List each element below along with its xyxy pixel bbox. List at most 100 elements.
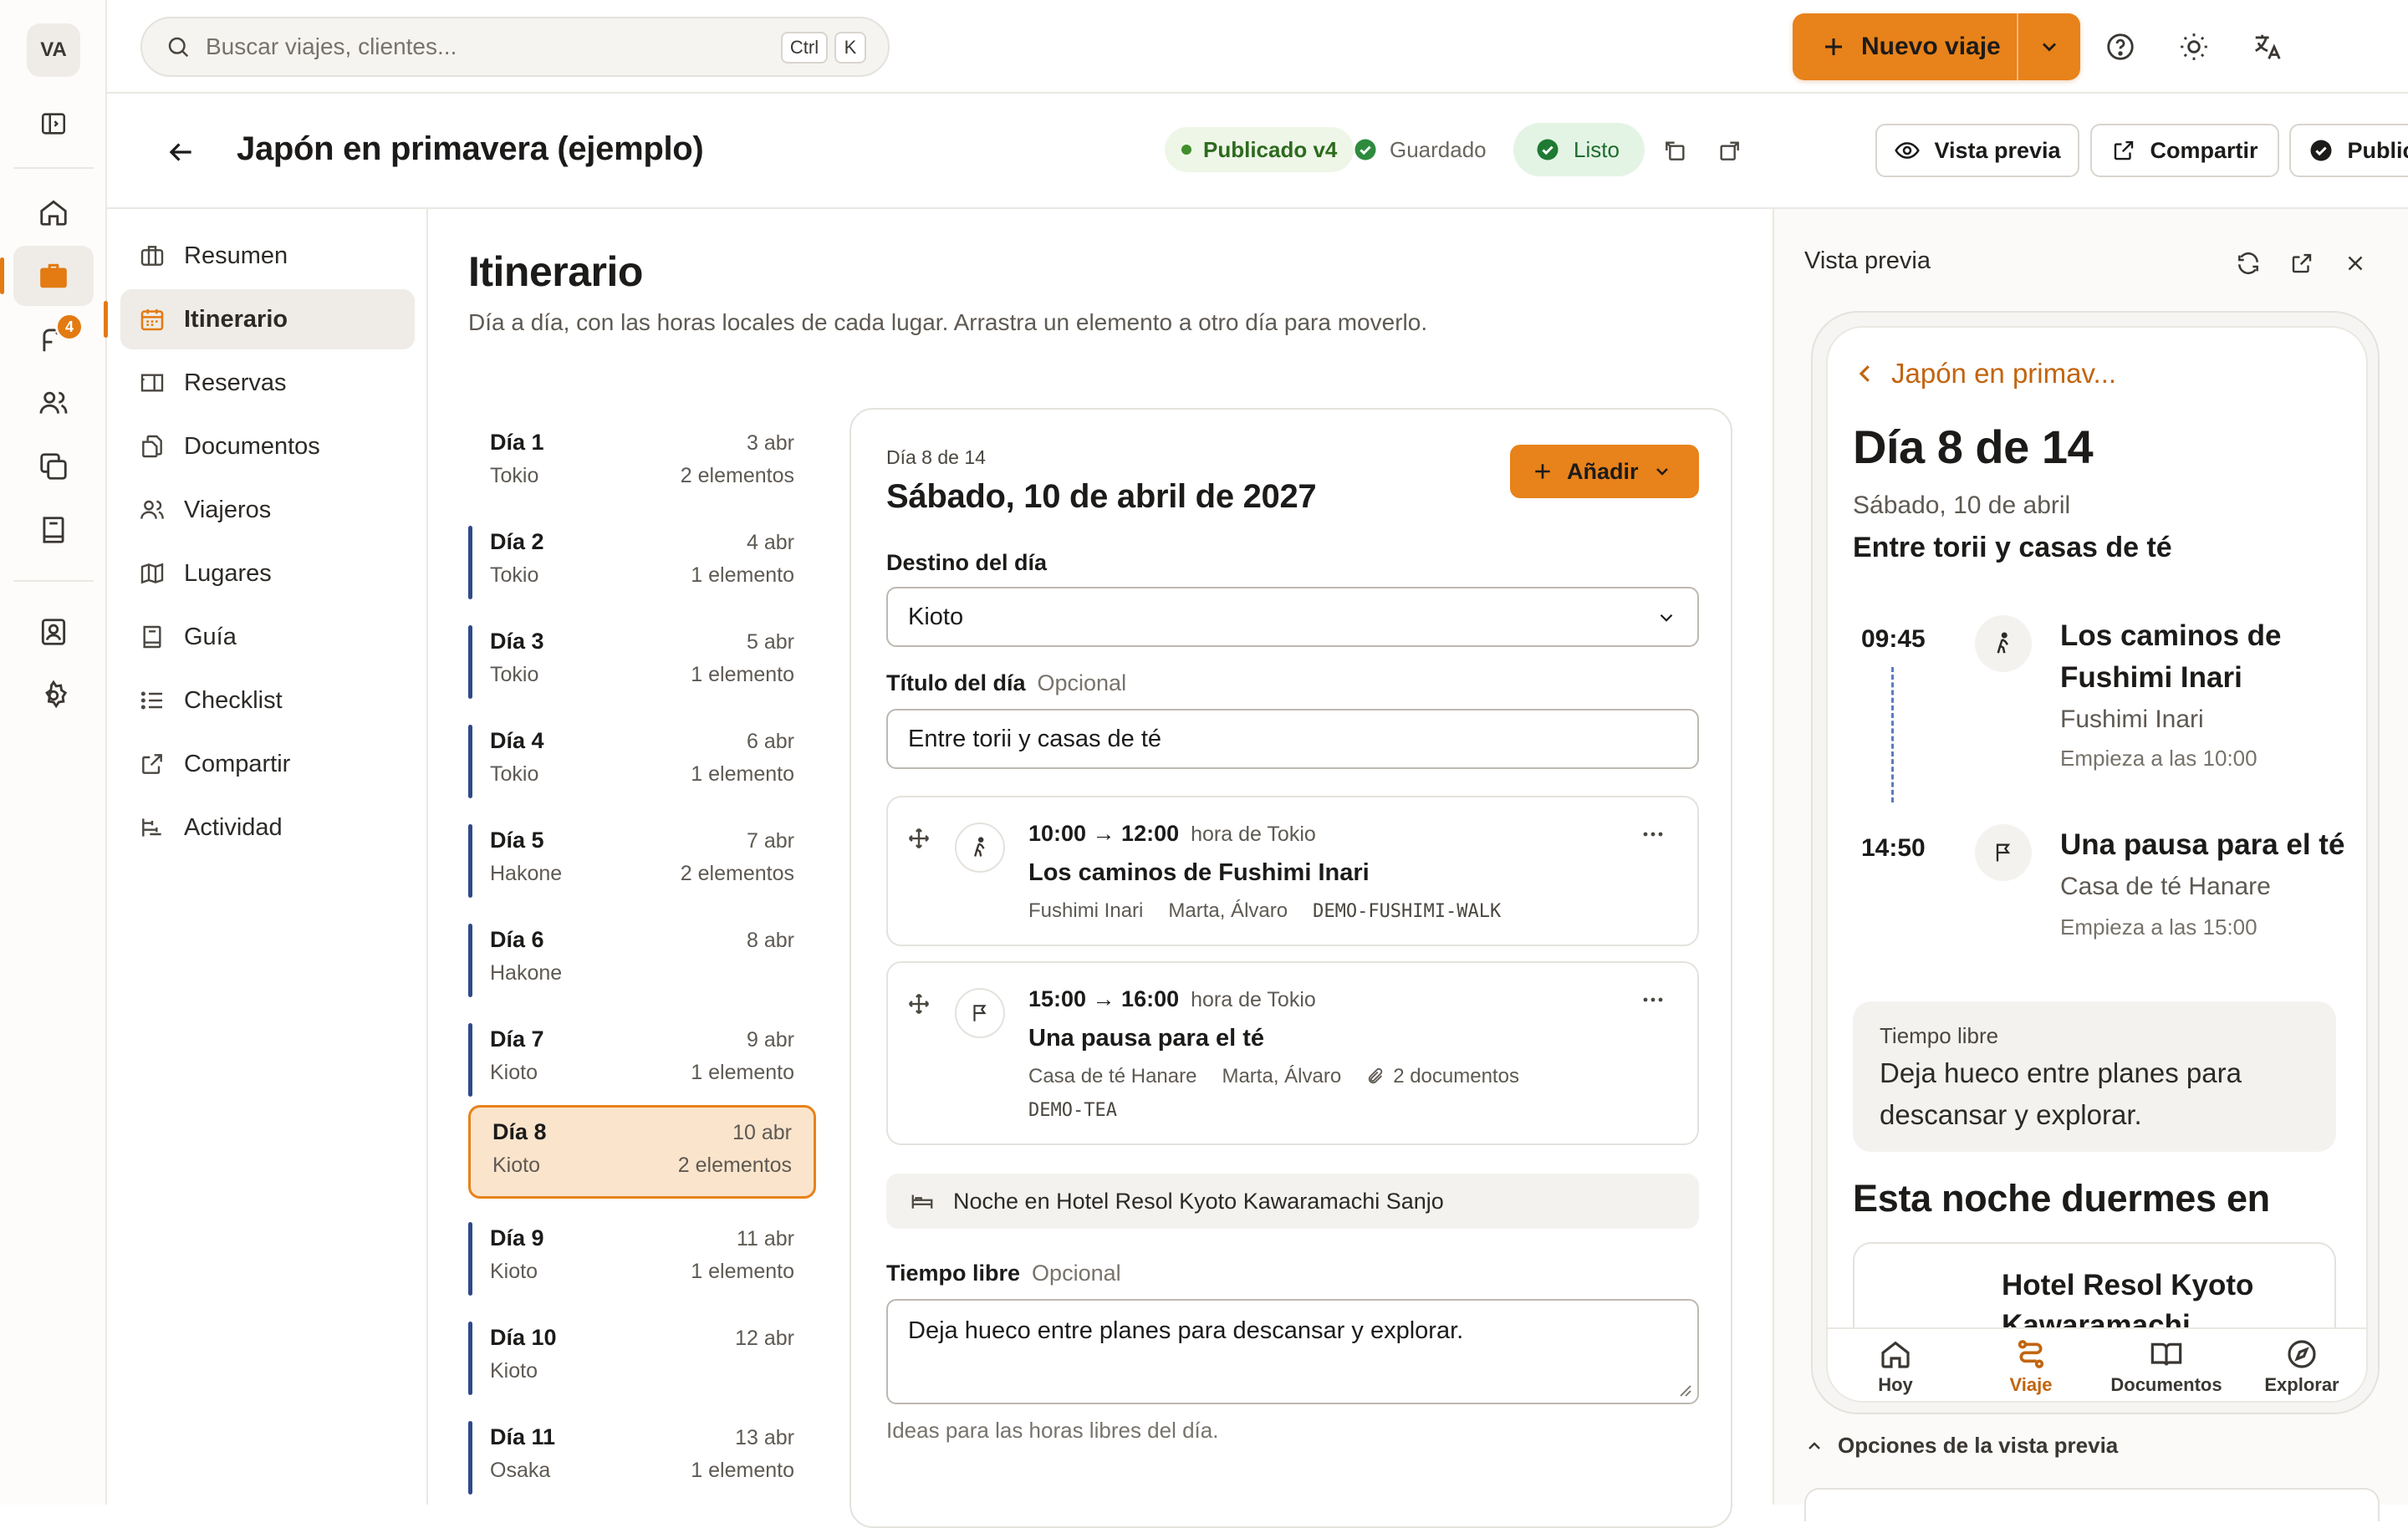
help-icon[interactable] [2090, 17, 2150, 77]
event-documents[interactable]: 2 documentos [1393, 1065, 1519, 1088]
back-arrow-icon[interactable] [157, 129, 204, 176]
nav-item-lugares[interactable]: Lugares [120, 543, 415, 604]
phone-event-place: Casa de té Hanare [2060, 873, 2271, 900]
day-date: 12 abr [735, 1327, 794, 1350]
phone-tab-explorar[interactable]: Explorar [2234, 1329, 2366, 1401]
day-card[interactable]: Día 6 8 abr Hakone [468, 915, 816, 1006]
day-card[interactable]: Día 7 9 abr Kioto 1 elemento [468, 1015, 816, 1105]
new-trip-button[interactable]: Nuevo viaje [1793, 13, 2080, 80]
share-button[interactable]: Compartir [2090, 124, 2279, 177]
preview-button[interactable]: Vista previa [1875, 124, 2079, 177]
templates-icon[interactable] [13, 436, 94, 497]
free-time-label: Tiempo libre Opcional [886, 1261, 1121, 1286]
nav-item-documentos[interactable]: Documentos [120, 416, 415, 476]
day-name: Día 10 [490, 1325, 557, 1350]
phone-tab-documentos[interactable]: Documentos [2099, 1329, 2234, 1401]
search-input[interactable]: Buscar viajes, clientes... Ctrl K [140, 17, 890, 77]
destination-select[interactable]: Kioto [886, 587, 1699, 647]
nav-item-itinerario[interactable]: Itinerario [104, 289, 415, 349]
day-card[interactable]: Día 2 4 abr Tokio 1 elemento [468, 517, 816, 608]
day-city: Kioto [490, 1359, 538, 1383]
clients-icon[interactable] [13, 373, 94, 433]
day-city: Hakone [490, 961, 563, 985]
day-card[interactable]: Día 11 13 abr Osaka 1 elemento [468, 1413, 816, 1503]
requests-icon[interactable]: 4 [13, 309, 94, 369]
open-external-icon[interactable] [2281, 242, 2323, 284]
nav-item-compartir[interactable]: Compartir [120, 734, 415, 794]
day-card[interactable]: Día 3 5 abr Tokio 1 elemento [468, 617, 816, 707]
phone-back-link[interactable]: Japón en primav... [1853, 358, 2116, 390]
drag-handle-icon[interactable] [906, 826, 931, 851]
day-count: 1 elemento [691, 762, 794, 786]
add-button[interactable]: Añadir [1510, 445, 1699, 498]
undo-icon[interactable] [1654, 129, 1697, 172]
activity-icon [142, 818, 161, 837]
nav-item-label: Lugares [184, 559, 272, 587]
day-card[interactable]: Día 10 12 abr Kioto [468, 1313, 816, 1403]
event-card[interactable]: 10:00 → 12:00 hora de Tokio Los caminos d… [886, 796, 1699, 946]
workspace-avatar[interactable]: VA [27, 23, 80, 77]
nav-item-reservas[interactable]: Reservas [120, 353, 415, 413]
walking-icon [955, 823, 1005, 873]
day-card[interactable]: Día 1 3 abr Tokio 2 elementos [468, 418, 816, 508]
day-date: 7 abr [747, 829, 794, 853]
day-card[interactable]: Día 4 6 abr Tokio 1 elemento [468, 716, 816, 807]
refresh-icon[interactable] [2227, 242, 2269, 284]
phone-tab-viaje[interactable]: Viaje [1963, 1329, 2099, 1401]
phone-tab-hoy[interactable]: Hoy [1828, 1329, 1963, 1401]
published-button-label: Publicado [2347, 137, 2408, 163]
home-icon[interactable] [13, 182, 94, 242]
nav-item-guia[interactable]: Guía [120, 607, 415, 667]
nav-item-viajeros[interactable]: Viajeros [120, 480, 415, 540]
search-placeholder: Buscar viajes, clientes... [206, 33, 457, 59]
optional-hint: Opcional [1037, 670, 1127, 695]
event-card[interactable]: 15:00 → 16:00 hora de Tokio Una pausa par… [886, 961, 1699, 1145]
drag-handle-icon[interactable] [906, 991, 931, 1016]
redo-icon[interactable] [1707, 129, 1751, 172]
more-options-icon[interactable] [1642, 996, 1664, 1003]
phone-screen: Japón en primav... Día 8 de 14 Sábado, 1… [1826, 326, 2368, 1403]
ready-status-toggle[interactable]: Listo [1513, 123, 1645, 176]
chevron-down-icon [2043, 43, 2056, 52]
preview-options-toggle[interactable]: Opciones de la vista previa [1804, 1433, 2118, 1459]
day-card[interactable]: Día 5 7 abr Hakone 2 elementos [468, 816, 816, 906]
free-time-textarea[interactable]: Deja hueco entre planes para descansar y… [886, 1299, 1699, 1404]
event-time: 10:00 → 12:00 hora de Tokio [1028, 821, 1316, 846]
preview-panel: Vista previa Japón en primav... Día 8 de… [1773, 209, 2408, 1521]
day-city: Osaka [490, 1459, 551, 1482]
day-city: Tokio [490, 563, 539, 587]
day-name: Día 3 [490, 629, 544, 654]
nav-item-checklist[interactable]: Checklist [120, 670, 415, 731]
close-icon[interactable] [2334, 242, 2376, 284]
day-card[interactable]: Día 9 11 abr Kioto 1 elemento [468, 1214, 816, 1304]
published-button[interactable]: Publicado [2289, 124, 2408, 177]
new-trip-menu-button[interactable] [2018, 35, 2080, 59]
event-travelers: Marta, Álvaro [1168, 899, 1288, 922]
day-name: Día 9 [490, 1225, 544, 1250]
preview-button-label: Vista previa [1934, 137, 2061, 163]
preview-panel-title: Vista previa [1804, 247, 1931, 274]
day-title-input[interactable]: Entre torii y casas de té [886, 709, 1699, 769]
day-city: Tokio [490, 663, 539, 686]
trips-icon[interactable] [0, 246, 94, 306]
event-timezone: hora de Tokio [1191, 988, 1316, 1011]
contacts-icon[interactable] [13, 602, 94, 662]
section-nav: Resumen Itinerario Reservas Documentos V… [104, 209, 428, 1505]
overnight-label: Noche en Hotel Resol Kyoto Kawaramachi S… [953, 1188, 1444, 1214]
toggle-sidebar-icon[interactable] [13, 94, 94, 154]
settings-icon[interactable] [13, 665, 94, 726]
resize-handle-icon[interactable] [1677, 1383, 1692, 1398]
nav-item-resumen[interactable]: Resumen [120, 226, 415, 286]
overnight-hotel[interactable]: Noche en Hotel Resol Kyoto Kawaramachi S… [886, 1174, 1699, 1229]
phone-free-time-text: Deja hueco entre planes para descansar y… [1880, 1057, 2242, 1130]
nav-item-actividad[interactable]: Actividad [120, 797, 415, 858]
chevron-down-icon [1656, 468, 1668, 476]
day-card-selected[interactable]: Día 8 10 abr Kioto 2 elementos [468, 1105, 816, 1199]
library-icon[interactable] [13, 500, 94, 560]
documents-icon [142, 435, 162, 458]
phone-day-heading: Día 8 de 14 [1853, 420, 2094, 473]
chevron-left-icon [1859, 365, 1870, 382]
language-icon[interactable] [2237, 17, 2298, 77]
more-options-icon[interactable] [1642, 831, 1664, 838]
theme-sun-icon[interactable] [2164, 17, 2224, 77]
